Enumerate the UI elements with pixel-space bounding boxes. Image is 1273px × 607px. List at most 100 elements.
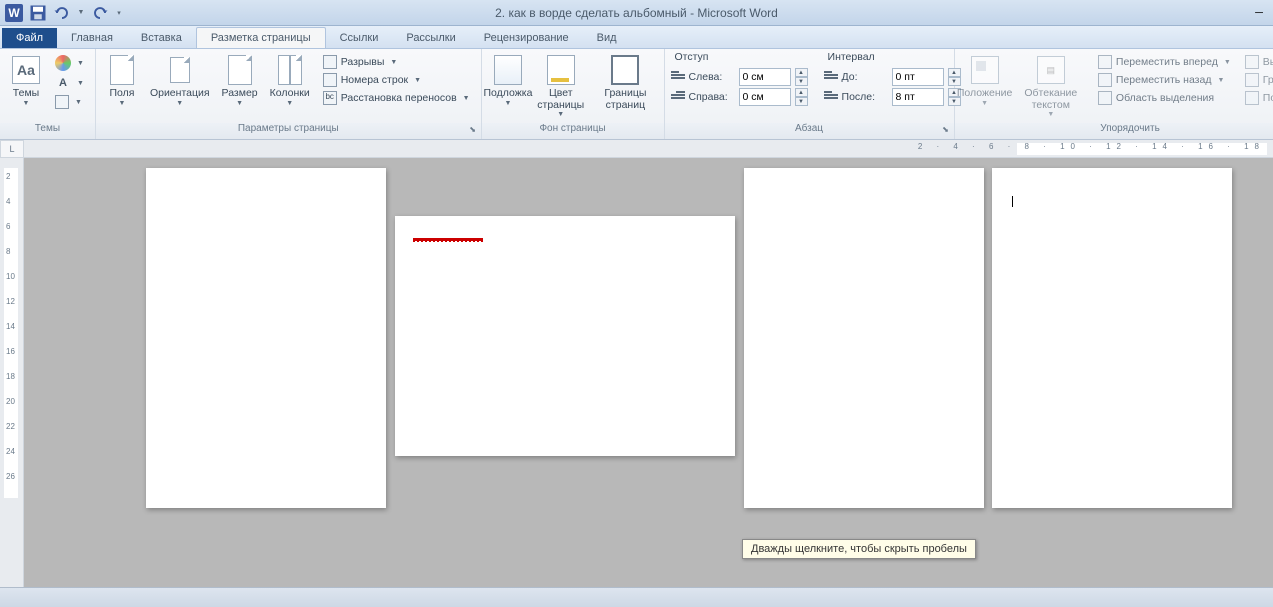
themes-icon: Aa xyxy=(12,56,40,84)
tab-review[interactable]: Рецензирование xyxy=(470,28,583,48)
indent-left-up[interactable]: ▲ xyxy=(795,68,808,77)
watermark-button[interactable]: Подложка▼ xyxy=(486,52,531,109)
effects-icon xyxy=(55,95,69,109)
tab-insert[interactable]: Вставка xyxy=(127,28,196,48)
document-area[interactable]: Дважды щелкните, чтобы скрыть пробелы xyxy=(24,158,1273,587)
spacing-title: Интервал xyxy=(822,49,963,67)
ribbon: Aa Темы ▼ ▼ A▼ ▼ Темы Поля▼ Ориентация▼ xyxy=(0,49,1273,140)
hyphenation-icon: bc xyxy=(323,91,337,105)
indent-left-icon xyxy=(671,71,685,83)
wrap-icon: ▤ xyxy=(1037,56,1065,84)
tab-file[interactable]: Файл xyxy=(2,28,57,48)
selection-pane-button[interactable]: Область выделения xyxy=(1095,90,1234,106)
group-page-background: Подложка▼ Цвет страницы▼ Границы страниц… xyxy=(482,49,665,139)
selection-pane-icon xyxy=(1098,91,1112,105)
spacing-after-input[interactable] xyxy=(892,88,944,106)
ruler-h-numbers: 2 · 4 · 6 · 8 · 10 · 12 · 14 · 16 · 18 xyxy=(918,142,1265,151)
qat-customize[interactable]: ▾ xyxy=(114,3,124,23)
page-2[interactable] xyxy=(395,216,735,456)
undo-button[interactable] xyxy=(52,3,72,23)
indent-right-input[interactable] xyxy=(739,88,791,106)
line-numbers-button[interactable]: Номера строк▼ xyxy=(320,72,473,88)
page-4[interactable] xyxy=(992,168,1232,508)
vertical-ruler[interactable]: 2468101214161820222426 xyxy=(0,158,24,587)
redo-button[interactable] xyxy=(90,3,110,23)
page-color-icon xyxy=(547,55,575,85)
window-controls: ─ xyxy=(1245,4,1273,22)
indent-right-up[interactable]: ▲ xyxy=(795,88,808,97)
theme-colors-button[interactable]: ▼ xyxy=(52,54,87,72)
rotate-button[interactable]: Повер xyxy=(1242,90,1273,106)
undo-dropdown[interactable]: ▼ xyxy=(76,3,86,23)
group-button[interactable]: Групп xyxy=(1242,72,1273,88)
minimize-button[interactable]: ─ xyxy=(1245,4,1273,22)
indent-right-icon xyxy=(671,91,685,103)
group-label-themes: Темы xyxy=(0,123,95,139)
spacing-after-icon xyxy=(824,91,838,103)
tab-selector[interactable]: L xyxy=(0,140,24,158)
bring-forward-icon xyxy=(1098,55,1112,69)
tab-mailings[interactable]: Рассылки xyxy=(392,28,469,48)
group-icon xyxy=(1245,73,1259,87)
send-backward-icon xyxy=(1098,73,1112,87)
whitespace-tooltip: Дважды щелкните, чтобы скрыть пробелы xyxy=(742,539,976,559)
group-arrange: Положение▼ ▤ Обтекание текстом▼ Перемест… xyxy=(955,49,1273,139)
rotate-icon xyxy=(1245,91,1259,105)
page-borders-icon xyxy=(611,55,639,85)
page-color-button[interactable]: Цвет страницы▼ xyxy=(530,52,591,120)
page-setup-launcher[interactable]: ⬊ xyxy=(468,125,478,135)
tab-view[interactable]: Вид xyxy=(583,28,631,48)
group-page-setup: Поля▼ Ориентация▼ Размер▼ Колонки▼ Разры… xyxy=(96,49,482,139)
columns-icon xyxy=(278,55,302,85)
window-title: 2. как в ворде сделать альбомный - Micro… xyxy=(495,6,778,20)
spacing-before: До: ▲▼ xyxy=(822,67,963,87)
bring-forward-button[interactable]: Переместить вперед▼ xyxy=(1095,54,1234,70)
watermark-icon xyxy=(494,55,522,85)
page-borders-button[interactable]: Границы страниц xyxy=(591,52,659,113)
indent-right-down[interactable]: ▼ xyxy=(795,97,808,106)
paragraph-launcher[interactable]: ⬊ xyxy=(941,125,951,135)
colors-icon xyxy=(55,55,71,71)
page-3[interactable] xyxy=(744,168,984,508)
tab-references[interactable]: Ссылки xyxy=(326,28,393,48)
group-themes: Aa Темы ▼ ▼ A▼ ▼ Темы xyxy=(0,49,96,139)
breaks-icon xyxy=(323,55,337,69)
line-numbers-icon xyxy=(323,73,337,87)
position-icon xyxy=(971,56,999,84)
theme-fonts-button[interactable]: A▼ xyxy=(52,74,87,92)
tab-page-layout[interactable]: Разметка страницы xyxy=(196,27,326,48)
orientation-button[interactable]: Ориентация▼ xyxy=(144,52,216,109)
wrap-text-button[interactable]: ▤ Обтекание текстом▼ xyxy=(1011,52,1091,120)
text-squiggle xyxy=(413,238,483,241)
word-icon[interactable]: W xyxy=(4,3,24,23)
spacing-before-input[interactable] xyxy=(892,68,944,86)
position-button[interactable]: Положение▼ xyxy=(959,52,1011,109)
indent-left-input[interactable] xyxy=(739,68,791,86)
status-bar xyxy=(0,587,1273,607)
indent-title: Отступ xyxy=(669,49,810,67)
align-button[interactable]: Выров xyxy=(1242,54,1273,70)
tab-home[interactable]: Главная xyxy=(57,28,127,48)
hyphenation-button[interactable]: bcРасстановка переносов▼ xyxy=(320,90,473,106)
margins-icon xyxy=(110,55,134,85)
ruler-v-numbers: 2468101214161820222426 xyxy=(6,172,15,481)
theme-effects-button[interactable]: ▼ xyxy=(52,94,87,110)
group-label-page-setup: Параметры страницы⬊ xyxy=(96,123,481,139)
indent-left-down[interactable]: ▼ xyxy=(795,77,808,86)
page-1[interactable] xyxy=(146,168,386,508)
send-backward-button[interactable]: Переместить назад▼ xyxy=(1095,72,1234,88)
spacing-before-icon xyxy=(824,71,838,83)
text-cursor xyxy=(1012,196,1013,207)
group-label-arrange: Упорядочить xyxy=(955,123,1273,139)
columns-button[interactable]: Колонки▼ xyxy=(264,52,316,109)
save-button[interactable] xyxy=(28,3,48,23)
themes-button[interactable]: Aa Темы ▼ xyxy=(4,52,48,109)
title-bar: W ▼ ▾ 2. как в ворде сделать альбомный -… xyxy=(0,0,1273,26)
spacing-after: После: ▲▼ xyxy=(822,87,963,107)
group-paragraph: Отступ Слева: ▲▼ Справа: ▲▼ Интервал xyxy=(665,49,955,139)
margins-button[interactable]: Поля▼ xyxy=(100,52,144,109)
horizontal-ruler[interactable]: 2 · 4 · 6 · 8 · 10 · 12 · 14 · 16 · 18 xyxy=(24,140,1273,158)
fonts-icon: A xyxy=(55,75,71,91)
breaks-button[interactable]: Разрывы▼ xyxy=(320,54,473,70)
size-button[interactable]: Размер▼ xyxy=(216,52,264,109)
